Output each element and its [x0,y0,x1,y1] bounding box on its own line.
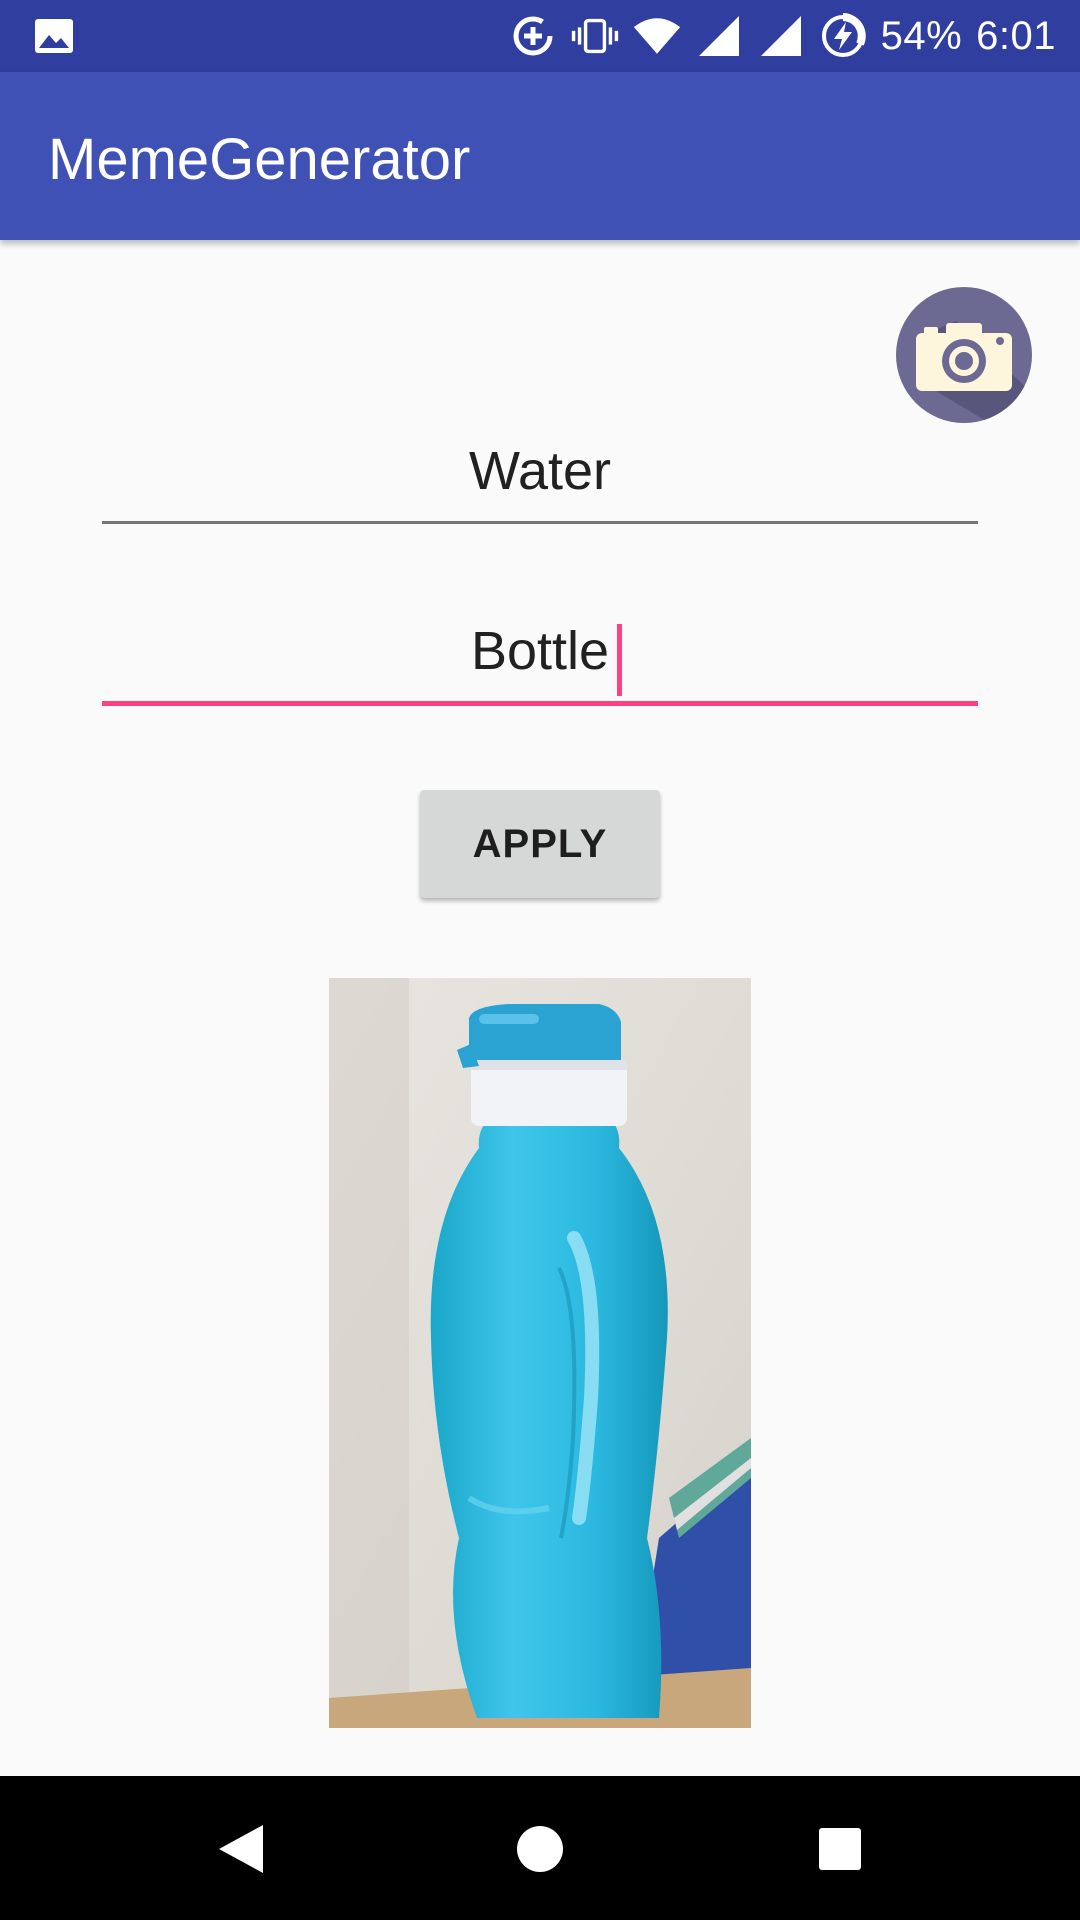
meme-image-preview [329,978,751,1728]
top-text-field[interactable] [102,440,978,524]
home-button[interactable] [492,1804,588,1894]
recents-button[interactable] [792,1804,888,1894]
status-bar: 54% 6:01 [0,0,1080,72]
image-notification-icon [35,19,73,53]
battery-percent: 54% [880,13,963,58]
bottom-text-field[interactable] [102,620,978,706]
top-text-input[interactable] [102,440,978,502]
battery-charging-icon [819,12,867,60]
top-text-underline [102,521,978,524]
signal-icon [695,12,743,60]
camera-button[interactable] [896,287,1032,423]
app-bar: MemeGenerator [0,72,1080,240]
apply-button[interactable]: APPLY [420,790,660,898]
bottom-text-underline [102,701,978,706]
status-time: 6:01 [976,13,1056,58]
vibrate-icon [571,12,619,60]
camera-icon [916,321,1032,423]
data-saver-icon [509,12,557,60]
navigation-bar [0,1776,1080,1920]
back-button[interactable] [192,1804,288,1894]
home-icon [517,1826,563,1872]
signal-icon-2 [757,12,805,60]
text-cursor [617,624,622,696]
app-title: MemeGenerator [48,127,471,192]
bottom-text-input[interactable] [102,620,978,682]
back-icon [219,1825,263,1873]
wifi-icon [633,12,681,60]
recents-icon [819,1828,861,1870]
